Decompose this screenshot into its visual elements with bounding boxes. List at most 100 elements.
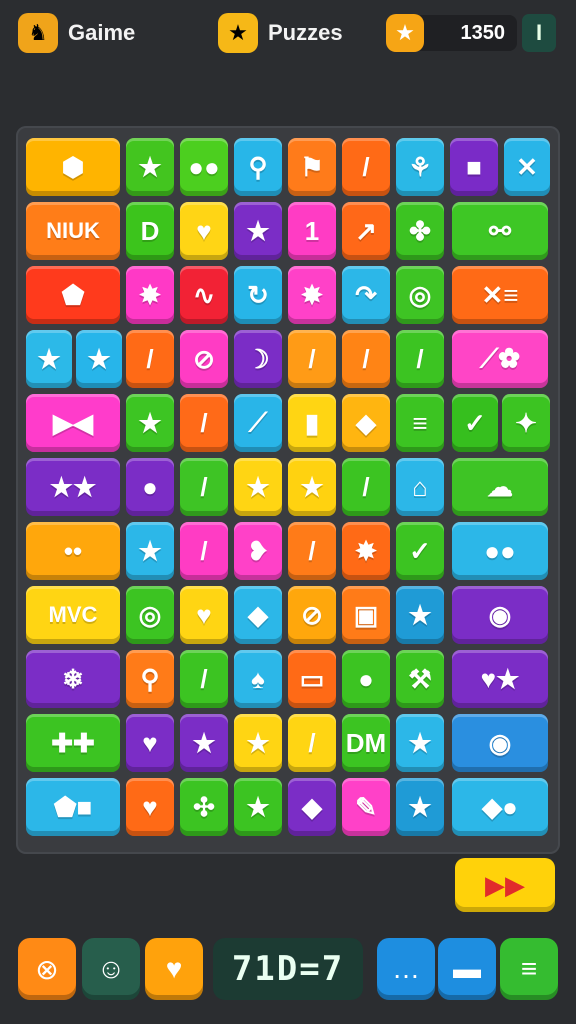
tile-leaf-icon[interactable]: ↗ [342,202,390,260]
tile-stick-icon[interactable]: / [126,330,174,388]
tile-key-icon[interactable]: ⚲ [126,650,174,708]
tile-leaf-icon[interactable]: ♠ [234,650,282,708]
tile-heart-icon[interactable]: ♥ [180,586,228,644]
tile-star-icon[interactable]: ★ [396,586,444,644]
tile-leaf-icon[interactable]: ❥ [234,522,282,580]
tile-star-icon[interactable]: ★ [76,330,122,388]
tile-stick-icon[interactable]: / [288,522,336,580]
tile-house-icon[interactable]: ⌂ [396,458,444,516]
tile-pin-icon[interactable]: ✦ [502,394,550,452]
note-button[interactable]: ≡ [500,938,558,1000]
game-hud[interactable]: ♞ Gaime [18,10,135,56]
tile-eyes-icon[interactable]: ●● [180,138,228,196]
tile-bubble-icon[interactable]: •• [26,522,120,580]
tile-hammer-icon[interactable]: ⚒ [396,650,444,708]
tile-stars-icon[interactable]: ★★ [26,458,120,516]
tile-check-icon[interactable]: ✓ [396,522,444,580]
tile-figure-icon[interactable]: ⚘ [396,138,444,196]
tile-splat-icon[interactable]: ✸ [288,266,336,324]
tile-stick-icon[interactable]: / [396,330,444,388]
tile-refresh-icon[interactable]: ↻ [234,266,282,324]
tile-stick-icon[interactable]: / [180,522,228,580]
tile-bubble-icon[interactable]: ☁ [452,458,548,516]
tile-wrench-icon[interactable]: ⚲ [234,138,282,196]
tile-star-icon[interactable]: ★ [396,778,444,836]
tile-box-icon[interactable]: ▣ [342,586,390,644]
tile-blob-icon[interactable]: ● [126,458,174,516]
tile-face-icon[interactable]: ●● [452,522,548,580]
tile-star-icon[interactable]: ★ [26,330,72,388]
tile-cross-lines-icon[interactable]: ✕≡ [452,266,548,324]
tile-shield-icon[interactable]: ⬢ [26,138,120,196]
tile-shapes-icon[interactable]: ⬟■ [26,778,120,836]
tile-squiggle-icon[interactable]: ∿ [180,266,228,324]
tile-heart-icon[interactable]: ♥ [180,202,228,260]
tile-splat-icon[interactable]: ✸ [126,266,174,324]
tile-stick-icon[interactable]: / [342,458,390,516]
tile-star-icon[interactable]: ★ [288,458,336,516]
tile-gem-icon[interactable]: ◆ [288,778,336,836]
tile-ring-icon[interactable]: ◎ [126,586,174,644]
tile-dot-icon[interactable]: ● [342,650,390,708]
face-button[interactable]: ☺ [82,938,140,1000]
tile-dots-icon[interactable]: ✣ [180,778,228,836]
tile-star-icon[interactable]: ★ [234,458,282,516]
tile-curve-arrow-icon[interactable]: ↷ [342,266,390,324]
tile-stick-icon[interactable]: / [180,650,228,708]
tile-badge-icon[interactable]: ⬟ [26,266,120,324]
tile-moon-icon[interactable]: ☽ [234,330,282,388]
puzzles-hud[interactable]: ★ Puzzes [218,10,343,56]
tile-bar-icon[interactable]: ▮ [288,394,336,452]
side-action-button[interactable]: ▶▶ [455,858,555,912]
tile-list-icon[interactable]: ≡ [396,394,444,452]
tile-star-icon[interactable]: ★ [126,522,174,580]
tile-stick-icon[interactable]: / [342,330,390,388]
tile-wand-icon[interactable]: ⟋✿ [452,330,548,388]
tile-pencil-icon[interactable]: ✎ [342,778,390,836]
card-button[interactable]: ▬ [438,938,496,1000]
tile-star-icon[interactable]: ★ [396,714,444,772]
tile-heart-icon[interactable]: ♥ [126,714,174,772]
tile-feather-icon[interactable]: ⟋ [234,394,282,452]
tile-flag-icon[interactable]: ⚑ [288,138,336,196]
tile-gem-icon[interactable]: ◆ [342,394,390,452]
chat-button[interactable]: … [377,938,435,1000]
tile-heart-star-icon[interactable]: ♥★ [452,650,548,708]
tile-clover-icon[interactable]: ✤ [396,202,444,260]
tile-star-icon[interactable]: ★ [180,714,228,772]
no-button[interactable]: ⊗ [18,938,76,1000]
tile-text-tile[interactable]: MVC [26,586,120,644]
menu-button[interactable]: I [522,14,556,52]
tile-link-icon[interactable]: ⚯ [452,202,548,260]
tile-cross-icon[interactable]: ✕ [504,138,550,196]
tile-cross-icon[interactable]: ✚✚ [26,714,120,772]
tile-orb-icon[interactable]: ◉ [452,714,548,772]
tile-stick-icon[interactable]: / [180,394,228,452]
tile-bandage-icon[interactable]: ▭ [288,650,336,708]
tile-stick-icon[interactable]: / [288,714,336,772]
tile-text-tile[interactable]: NIUK [26,202,120,260]
tile-orb-icon[interactable]: ◉ [452,586,548,644]
tile-stick-icon[interactable]: / [288,330,336,388]
tile-heart-icon[interactable]: ♥ [126,778,174,836]
tile-number-one-icon[interactable]: 1 [288,202,336,260]
tile-star-icon[interactable]: ★ [234,778,282,836]
tile-star-icon[interactable]: ★ [234,202,282,260]
tile-arrows-icon[interactable]: ▶◀ [26,394,120,452]
tile-star-icon[interactable]: ★ [126,394,174,452]
tile-pin-icon[interactable]: ⊘ [288,586,336,644]
tile-splat-icon[interactable]: ✸ [342,522,390,580]
tile-star-icon[interactable]: ★ [234,714,282,772]
tile-star-icon[interactable]: ★ [126,138,174,196]
tile-snowflake-icon[interactable]: ❄ [26,650,120,708]
tile-square-icon[interactable]: ■ [450,138,498,196]
heart-button[interactable]: ♥ [145,938,203,1000]
tile-ring-icon[interactable]: ◎ [396,266,444,324]
tile-gem-coin-icon[interactable]: ◆● [452,778,548,836]
tile-gem-icon[interactable]: ◆ [234,586,282,644]
tile-check-icon[interactable]: ✓ [452,394,498,452]
tile-letter-d-icon[interactable]: D [126,202,174,260]
tile-stick-icon[interactable]: / [342,138,390,196]
tile-text-tile[interactable]: DM [342,714,390,772]
tile-pin-icon[interactable]: ⊘ [180,330,228,388]
